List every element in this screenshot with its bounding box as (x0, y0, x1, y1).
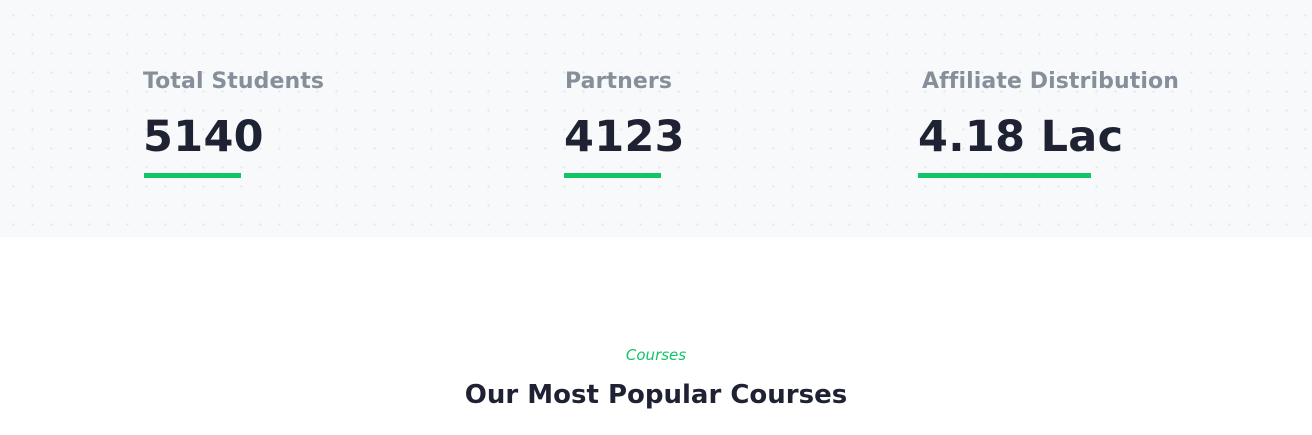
stats-band: Total Students 5140 Partners 4123 Affili… (0, 0, 1312, 237)
stat-underline (564, 173, 661, 178)
stat-label: Partners (565, 69, 673, 94)
stat-underline (918, 173, 1091, 178)
section-title: Our Most Popular Courses (464, 380, 848, 410)
stat-value: 4123 (564, 112, 685, 162)
stat-value: 5140 (143, 112, 264, 162)
stat-value: 4.18 Lac (918, 112, 1124, 162)
stat-underline (144, 173, 241, 178)
stat-label: Total Students (143, 69, 325, 94)
section-kicker: Courses (625, 346, 687, 364)
stat-label: Affiliate Distribution (922, 69, 1179, 94)
